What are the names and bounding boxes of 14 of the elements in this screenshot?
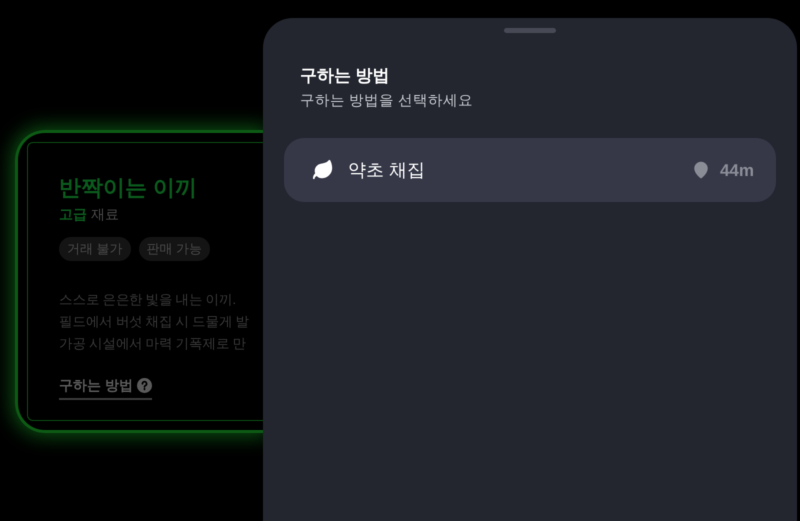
description-line: 스스로 은은한 빛을 내는 이끼.	[59, 290, 237, 308]
drag-handle[interactable]	[504, 28, 556, 33]
location-pin-icon	[692, 161, 710, 180]
item-grade: 고급	[59, 205, 87, 224]
description-line: 필드에서 버섯 채집 시 드물게 발	[59, 312, 250, 330]
sheet-subtitle: 구하는 방법을 선택하세요	[300, 92, 474, 110]
leaf-icon	[312, 159, 334, 182]
help-icon	[136, 378, 152, 392]
distance-label: 44m	[720, 160, 754, 182]
sheet-title: 구하는 방법	[300, 65, 391, 87]
description-line: 가공 시설에서 마력 기폭제로 만	[59, 334, 247, 352]
item-category: 재료	[91, 205, 119, 224]
item-title: 반짝이는 이끼	[59, 174, 198, 202]
method-option[interactable]: 약초 채집 44m	[284, 138, 776, 202]
